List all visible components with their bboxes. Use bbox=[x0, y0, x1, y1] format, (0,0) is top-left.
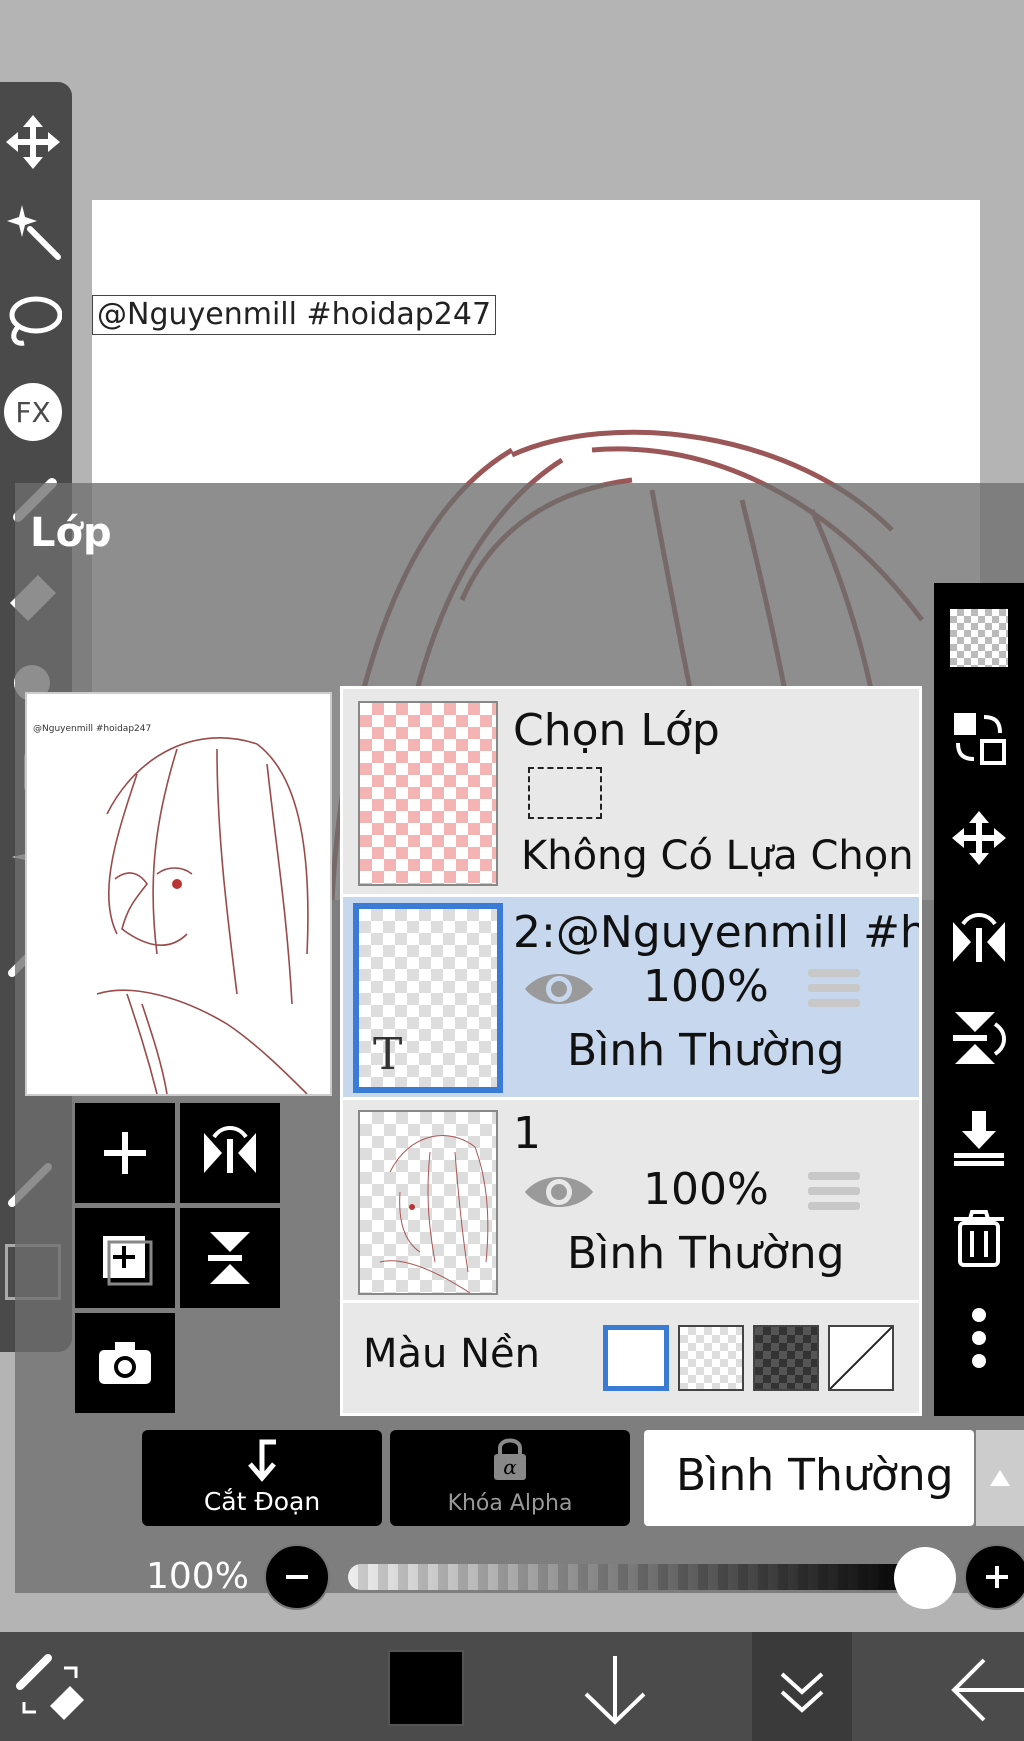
drag-handle-icon[interactable] bbox=[808, 969, 860, 1009]
opacity-increase-button[interactable] bbox=[964, 1544, 1024, 1610]
flip-vertical-button[interactable] bbox=[180, 1208, 280, 1308]
preview-sketch bbox=[96, 737, 309, 1094]
layer-opacity: 100% bbox=[643, 1164, 769, 1215]
visibility-eye-icon[interactable] bbox=[523, 967, 595, 1011]
more-options-icon[interactable] bbox=[944, 1303, 1014, 1373]
blend-mode-arrow-icon[interactable] bbox=[976, 1430, 1024, 1526]
canvas-preview: @Nguyenmill #hoidap247 bbox=[25, 692, 332, 1096]
brush-eraser-toggle-icon[interactable] bbox=[10, 1650, 90, 1730]
layer-row[interactable]: 1 100% Bình Thường bbox=[343, 1100, 919, 1300]
lock-icon: α bbox=[494, 1438, 526, 1480]
layer-name: 2:@Nguyenmill #hoidap247 bbox=[513, 907, 919, 958]
flip-layer-horizontal-icon[interactable] bbox=[944, 903, 1014, 973]
trash-icon[interactable] bbox=[944, 1203, 1014, 1273]
opacity-decrease-button[interactable] bbox=[264, 1544, 330, 1610]
background-color-row: Màu Nền bbox=[343, 1303, 919, 1413]
layer-blend-mode: Bình Thường bbox=[567, 1025, 845, 1076]
alpha-lock-label: Khóa Alpha bbox=[447, 1491, 573, 1516]
lasso-icon[interactable] bbox=[0, 282, 66, 362]
swap-layers-icon[interactable] bbox=[944, 703, 1014, 773]
layer-row[interactable]: T 2:@Nguyenmill #hoidap247 100% Bình Thư… bbox=[343, 897, 919, 1097]
add-layer-button[interactable] bbox=[75, 1103, 175, 1203]
selection-layer-thumbnail bbox=[358, 701, 498, 886]
bottom-bar bbox=[0, 1632, 1024, 1741]
clipping-button[interactable]: Cắt Đoạn bbox=[142, 1430, 382, 1526]
visibility-eye-icon[interactable] bbox=[523, 1170, 595, 1214]
down-arrow-icon[interactable] bbox=[580, 1650, 650, 1730]
move-layer-icon[interactable] bbox=[944, 803, 1014, 873]
camera-button[interactable] bbox=[75, 1313, 175, 1413]
layer-thumbnail bbox=[358, 1110, 498, 1295]
selection-layer-row[interactable]: Chọn Lớp Không Có Lựa Chọn bbox=[343, 689, 919, 895]
merge-down-icon[interactable] bbox=[944, 1103, 1014, 1173]
blend-mode-value: Bình Thường bbox=[676, 1450, 954, 1501]
layers-list: Chọn Lớp Không Có Lựa Chọn T 2:@Nguyenmi… bbox=[340, 686, 922, 1416]
move-icon[interactable] bbox=[0, 102, 66, 182]
selection-status: Không Có Lựa Chọn bbox=[521, 833, 914, 879]
layer-blend-mode: Bình Thường bbox=[567, 1228, 845, 1279]
bg-dark-checker-swatch[interactable] bbox=[753, 1325, 819, 1391]
magic-wand-icon[interactable] bbox=[0, 192, 66, 272]
layer-panel-title: Lớp bbox=[30, 510, 112, 556]
collapse-panel-icon[interactable] bbox=[770, 1660, 834, 1724]
drag-handle-icon[interactable] bbox=[808, 1172, 860, 1212]
svg-text:α: α bbox=[503, 1455, 517, 1479]
opacity-slider-knob[interactable] bbox=[894, 1547, 956, 1609]
clipping-label: Cắt Đoạn bbox=[203, 1487, 321, 1516]
clip-arrow-icon bbox=[248, 1439, 276, 1482]
current-color-swatch[interactable] bbox=[388, 1650, 464, 1726]
right-toolbar bbox=[934, 583, 1024, 1416]
blend-mode-dropdown[interactable]: Bình Thường bbox=[644, 1430, 974, 1526]
selection-dotted-rect-icon bbox=[528, 767, 602, 819]
selection-layer-name: Chọn Lớp bbox=[513, 705, 720, 756]
transparency-checker-icon[interactable] bbox=[944, 603, 1014, 673]
opacity-label: 100% bbox=[146, 1556, 249, 1597]
bg-transparent-swatch[interactable] bbox=[678, 1325, 744, 1391]
add-folder-button[interactable] bbox=[75, 1208, 175, 1308]
opacity-slider[interactable] bbox=[348, 1564, 922, 1590]
bg-white-swatch[interactable] bbox=[603, 1325, 669, 1391]
text-layer-badge: T bbox=[373, 1029, 403, 1080]
layer-opacity: 100% bbox=[643, 961, 769, 1012]
fx-icon[interactable]: FX bbox=[0, 372, 66, 452]
background-label: Màu Nền bbox=[363, 1331, 540, 1377]
layer-thumbnail: T bbox=[353, 903, 503, 1093]
bg-none-swatch[interactable] bbox=[828, 1325, 894, 1391]
text-layer-label[interactable]: @Nguyenmill #hoidap247 bbox=[92, 295, 497, 335]
back-arrow-icon[interactable] bbox=[944, 1650, 1024, 1730]
flip-horizontal-button[interactable] bbox=[180, 1103, 280, 1203]
flip-layer-vertical-icon[interactable] bbox=[944, 1003, 1014, 1073]
layer-name: 1 bbox=[513, 1108, 541, 1159]
alpha-lock-button[interactable]: α Khóa Alpha bbox=[390, 1430, 630, 1526]
